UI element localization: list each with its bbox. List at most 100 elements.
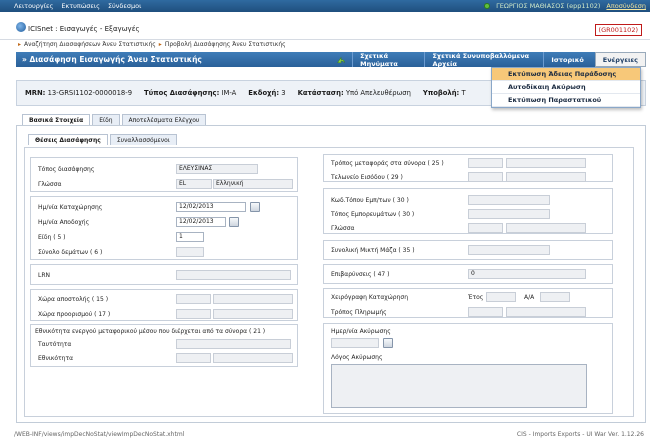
border-transport-code-field[interactable] [468, 158, 503, 168]
tab-traders[interactable]: Συναλλασσόμενοι [109, 134, 177, 145]
breadcrumb-arrow-icon: ▸ [158, 41, 162, 48]
tab-control-results[interactable]: Αποτελέσματα Ελέγχου [121, 114, 207, 125]
tab-items[interactable]: Είδη [92, 114, 120, 125]
related-messages-button[interactable]: Σχετικά Μηνύματα [352, 52, 424, 68]
mrn-label: MRN: [25, 89, 46, 97]
actions-button[interactable]: Ενέργειες [594, 52, 646, 67]
destination-country-code-field[interactable] [176, 309, 211, 319]
app-header: ICISnet : Εισαγωγές - Εξαγωγές (GR001102… [0, 14, 650, 40]
aa-label: Α/Α [524, 294, 535, 301]
identity-field[interactable] [176, 339, 291, 349]
app-title: ICISnet : Εισαγωγές - Εξαγωγές [28, 25, 140, 33]
year-field[interactable] [486, 292, 516, 302]
breadcrumb: ▸ Αναζήτηση Διασαφήσεων Άνευ Στατιστικής… [18, 41, 286, 48]
tab-basic-info[interactable]: Βασικά Στοιχεία [22, 114, 91, 125]
dispatch-country-code-field[interactable] [176, 294, 211, 304]
acceptance-date-label: Ημ/νία Καταχώρησης [38, 204, 103, 211]
language-label: Γλώσσα [38, 181, 62, 188]
office-entry-label: Τελωνείο Εισόδου ( 29 ) [331, 174, 403, 181]
breadcrumb-item-search[interactable]: Αναζήτηση Διασαφήσεων Άνευ Στατιστικής [24, 41, 156, 48]
paper-registration-label: Χειρόγραφη Καταχώρηση [331, 294, 409, 301]
version-label: Εκδοχή: [248, 89, 280, 97]
menu-prints[interactable]: Εκτυπώσεις [61, 2, 100, 10]
cancellation-reason-textarea[interactable] [331, 364, 587, 408]
lrn-label: LRN [38, 272, 50, 279]
aa-field[interactable] [540, 292, 570, 302]
page-toolbar: Σχετικά Μηνύματα Σχετικά Συνυποβαλλόμενα… [336, 52, 646, 68]
top-menu: Λειτουργίες Εκτυπώσεις Σύνδεσμοι [14, 2, 141, 10]
menu-item-print-release[interactable]: Εκτύπωση Άδειας Παράδοσης [492, 68, 640, 81]
page-title: » Διασάφηση Εισαγωγής Άνευ Στατιστικής [22, 55, 202, 64]
menu-operations[interactable]: Λειτουργίες [14, 2, 53, 10]
gross-mass-field[interactable] [468, 245, 550, 255]
submission-value: Τ [461, 89, 466, 97]
nationality-name-field[interactable] [213, 353, 293, 363]
tab-declaration-fields[interactable]: Θέσεις Διασάφησης [28, 134, 108, 145]
history-button[interactable]: Ιστορικό [543, 52, 590, 67]
calendar-icon[interactable] [383, 338, 393, 348]
office-entry-name-field[interactable] [506, 172, 586, 182]
charges-field[interactable]: 0 [468, 269, 586, 279]
type-field: Τύπος Διασάφησης: IM-A [144, 89, 236, 97]
destination-country-label: Χώρα προορισμού ( 17 ) [38, 311, 111, 318]
packages-label: Σύνολο δεμάτων ( 6 ) [38, 249, 103, 256]
goods-location-code-field[interactable] [468, 195, 550, 205]
dispatch-country-name-field[interactable] [213, 294, 293, 304]
lrn-field[interactable] [176, 270, 291, 280]
menu-item-auto-cancel[interactable]: Αυτοδίκαιη Ακύρωση [492, 81, 640, 94]
footer-version: CIS - Imports Exports - UI War Ver. 1.12… [516, 431, 644, 438]
language-code-field[interactable]: EL [176, 179, 212, 189]
calendar-icon[interactable] [229, 217, 239, 227]
main-tabs: Βασικά Στοιχεία Είδη Αποτελέσματα Ελέγχο… [22, 114, 207, 125]
release-date-label: Ημ/νία Αποδοχής [38, 219, 90, 226]
packages-field[interactable] [176, 247, 204, 257]
items-field[interactable]: 1 [176, 232, 204, 242]
page-title-bar: » Διασάφηση Εισαγωγής Άνευ Στατιστικής Σ… [16, 52, 646, 68]
cancellation-date-label: Ημερ/νία Ακύρωσης [331, 328, 391, 335]
status-value: Υπό Απελευθέρωση [345, 89, 411, 97]
office-field[interactable]: ΕΛΕΥΣΙΝΑΣ [176, 164, 258, 174]
payment-method-name-field[interactable] [506, 307, 586, 317]
footer: /WEB-INF/views/impDecNoStat/viewImpDecNo… [14, 431, 644, 438]
breadcrumb-arrow-icon: ▸ [18, 41, 22, 48]
breadcrumb-item-view: Προβολή Διασάφησης Άνευ Στατιστικής [164, 41, 286, 48]
nationality-label: Εθνικότητα [38, 355, 74, 362]
footer-view-path: /WEB-INF/views/impDecNoStat/viewImpDecNo… [14, 431, 185, 438]
logout-link[interactable]: Αποσύνδεση [606, 2, 646, 10]
cancellation-reason-label: Λόγος Ακύρωσης [331, 354, 383, 361]
goods-location-field[interactable] [468, 209, 550, 219]
goods-location-language-code-field[interactable] [468, 223, 503, 233]
sub-tabs: Θέσεις Διασάφησης Συναλλασσόμενοι [28, 134, 177, 145]
border-transport-name-field[interactable] [506, 158, 586, 168]
user-name: ΓΕΩΡΓΙΟΣ ΜΑΘΙΑΣΟΣ (epp1102) [496, 2, 601, 10]
destination-country-name-field[interactable] [213, 309, 293, 319]
language-name-field[interactable]: Ελληνική [213, 179, 293, 189]
gross-mass-label: Συνολική Μικτή Μάζα ( 35 ) [331, 247, 415, 254]
type-label: Τύπος Διασάφησης: [144, 89, 220, 97]
office-label: Τόπος διασάφησης [38, 166, 95, 173]
menu-links[interactable]: Σύνδεσμοι [108, 2, 141, 10]
app-logo-icon [16, 22, 26, 32]
goods-location-language-name-field[interactable] [506, 223, 586, 233]
forward-arrow-icon[interactable] [336, 54, 346, 66]
online-status-icon [484, 3, 491, 9]
release-date-field[interactable]: 12/02/2013 [176, 217, 226, 227]
cancellation-date-field[interactable] [331, 338, 379, 348]
payment-method-code-field[interactable] [468, 307, 503, 317]
related-attachments-button[interactable]: Σχετικά Συνυποβαλλόμενα Αρχεία [424, 52, 543, 68]
border-transport-label: Τρόπος μεταφοράς στα σύνορα ( 25 ) [331, 160, 444, 167]
goods-location-label: Τόπος Εμπορευμάτων ( 30 ) [331, 211, 415, 218]
dispatch-country-label: Χώρα αποστολής ( 15 ) [38, 296, 109, 303]
actions-dropdown-menu: Εκτύπωση Άδειας Παράδοσης Αυτοδίκαιη Ακύ… [491, 67, 641, 108]
mrn-value: 13-GRSI1102-0000018-9 [47, 89, 133, 97]
nationality-code-field[interactable] [176, 353, 211, 363]
menu-item-print-document[interactable]: Εκτύπωση Παραστατικού [492, 94, 640, 107]
version-value: 3 [281, 89, 286, 97]
calendar-icon[interactable] [250, 202, 260, 212]
office-entry-code-field[interactable] [468, 172, 503, 182]
acceptance-date-field[interactable]: 12/02/2013 [176, 202, 246, 212]
year-label: Έτος [468, 294, 484, 301]
status-field: Κατάσταση: Υπό Απελευθέρωση [298, 89, 411, 97]
payment-method-label: Τρόπος Πληρωμής [331, 309, 387, 316]
status-label: Κατάσταση: [297, 89, 344, 97]
